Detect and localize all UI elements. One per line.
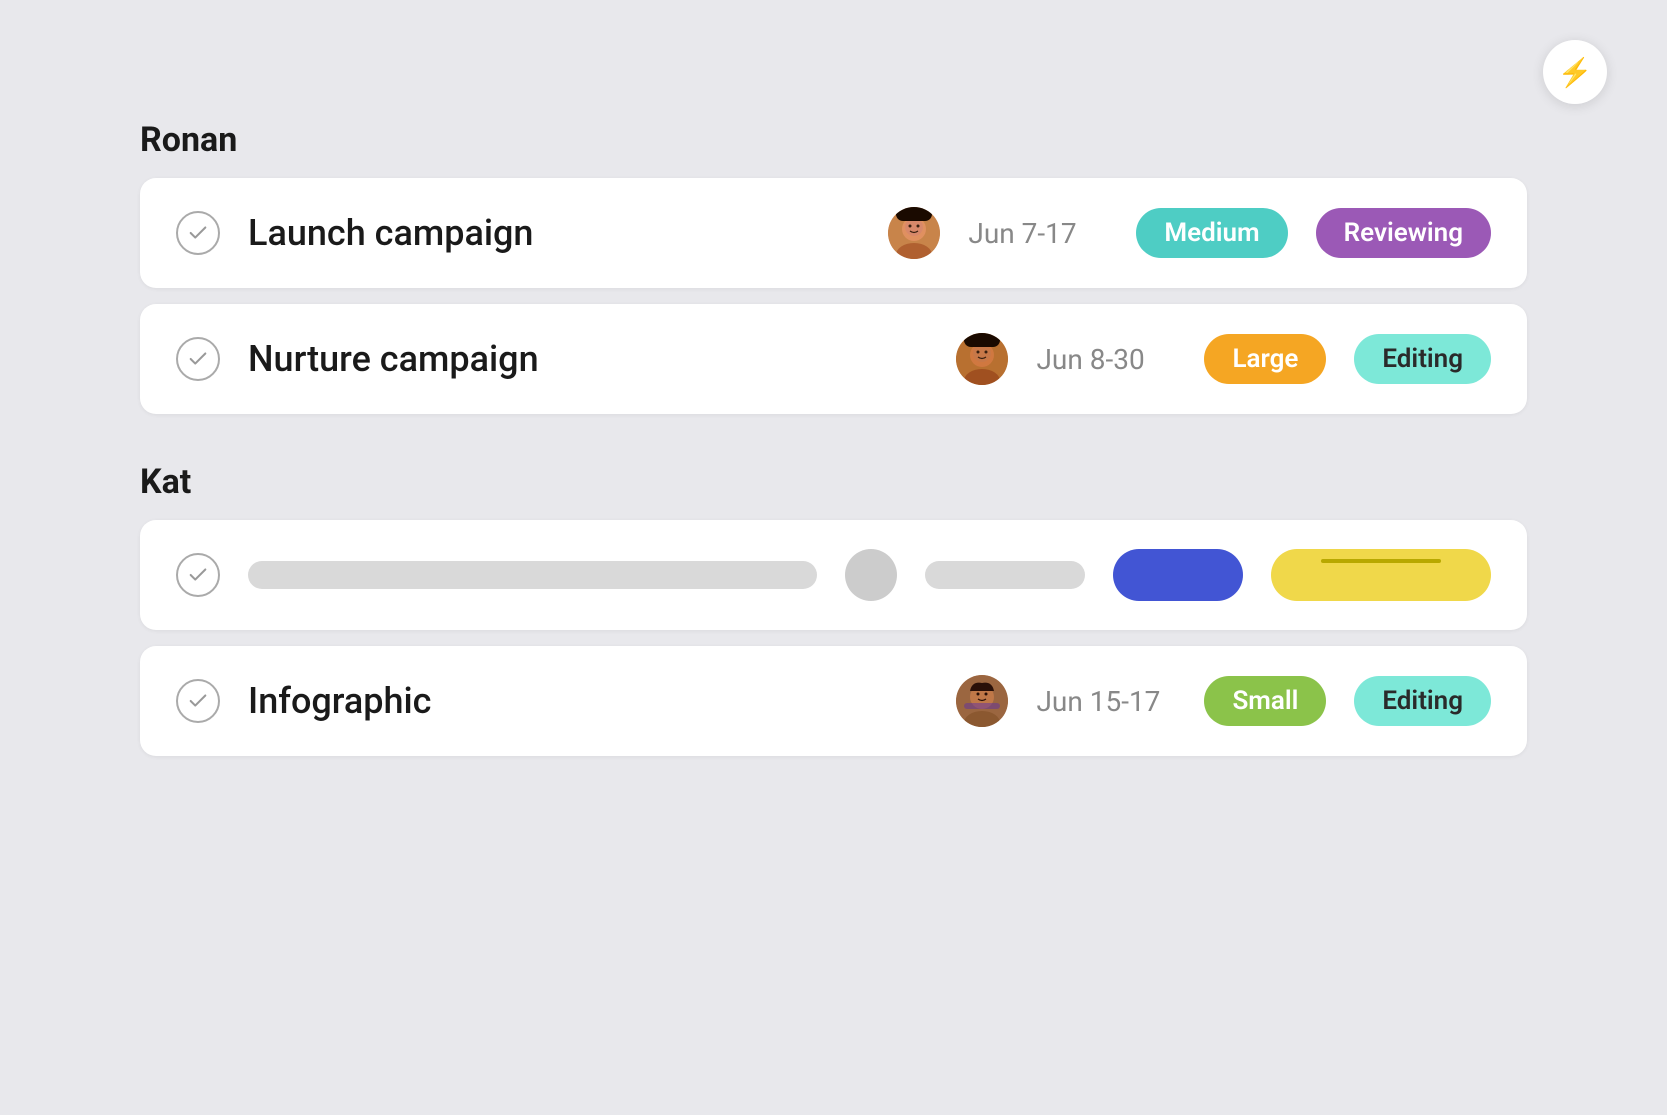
task-avatar [956,675,1008,727]
task-title: Infographic [248,680,928,722]
task-size-badge[interactable]: Large [1204,334,1326,384]
task-card-nurture-campaign[interactable]: Nurture campaign Jun 8-30 Large Editing [140,304,1527,414]
check-icon[interactable] [176,211,220,255]
skeleton-badge-status [1271,549,1491,601]
task-card-launch-campaign[interactable]: Launch campaign Jun 7-17 Medium Reviewing [140,178,1527,288]
task-avatar [888,207,940,259]
task-title: Launch campaign [248,212,860,254]
task-date: Jun 8-30 [1036,343,1176,376]
skeleton-title [248,561,817,589]
lightning-icon: ⚡ [1558,56,1593,89]
task-date: Jun 15-17 [1036,685,1176,718]
skeleton-avatar [845,549,897,601]
skeleton-date [925,561,1085,589]
task-status-badge[interactable]: Editing [1354,676,1491,726]
group-label-kat: Kat [140,462,1527,502]
check-icon[interactable] [176,553,220,597]
task-status-badge[interactable]: Editing [1354,334,1491,384]
group-label-ronan: Ronan [140,120,1527,160]
task-avatar [956,333,1008,385]
lightning-button[interactable]: ⚡ [1543,40,1607,104]
task-title: Nurture campaign [248,338,928,380]
group-kat: Kat Infographic Jun 15-17 Small Editing [140,462,1527,756]
task-size-badge[interactable]: Medium [1136,208,1287,258]
group-ronan: Ronan Launch campaign Jun 7-17 Medium Revie… [140,120,1527,414]
skeleton-badge-size [1113,549,1243,601]
task-status-badge[interactable]: Reviewing [1316,208,1491,258]
check-icon[interactable] [176,337,220,381]
task-date: Jun 7-17 [968,217,1108,250]
task-card-kat-task-skeleton[interactable] [140,520,1527,630]
task-card-infographic[interactable]: Infographic Jun 15-17 Small Editing [140,646,1527,756]
task-size-badge[interactable]: Small [1204,676,1326,726]
check-icon[interactable] [176,679,220,723]
page-container: Ronan Launch campaign Jun 7-17 Medium Revie… [0,0,1667,924]
